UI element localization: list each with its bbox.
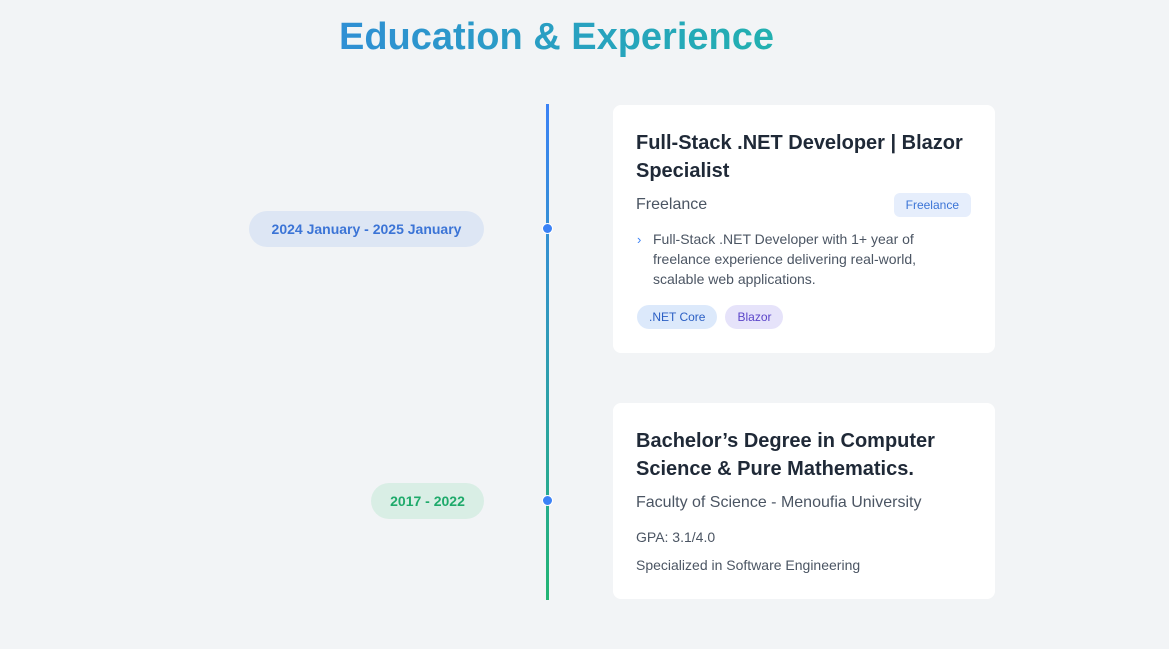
card-organization: Freelance [636,196,708,213]
bullet-list: › Full-Stack .NET Developer with 1+ year… [636,229,966,289]
tag-blazor: Blazor [725,305,784,329]
timeline-line [546,104,549,600]
specialization-text: Specialized in Software Engineering [636,557,861,573]
date-badge-experience: 2024 January - 2025 January [249,211,484,247]
bullet-item: › Full-Stack .NET Developer with 1+ year… [636,229,966,289]
card-title: Bachelor’s Degree in Computer Science & … [636,430,935,480]
education-card: Bachelor’s Degree in Computer Science & … [613,403,995,599]
type-badge: Freelance [893,193,971,217]
timeline-dot [542,223,553,234]
card-title: Full-Stack .NET Developer | Blazor Speci… [636,132,963,182]
date-badge-education: 2017 - 2022 [371,483,484,519]
experience-card: Full-Stack .NET Developer | Blazor Speci… [613,105,995,353]
section-title: Education & Experience [339,16,775,58]
bullet-text: Full-Stack .NET Developer with 1+ year o… [653,231,917,287]
card-organization: Faculty of Science - Menoufia University [636,494,922,511]
timeline-dot [542,495,553,506]
chevron-right-icon: › [637,232,642,247]
gpa-text: GPA: 3.1/4.0 [636,529,716,545]
tag-list: .NET Core Blazor [637,305,784,329]
tag-net-core: .NET Core [637,305,718,329]
